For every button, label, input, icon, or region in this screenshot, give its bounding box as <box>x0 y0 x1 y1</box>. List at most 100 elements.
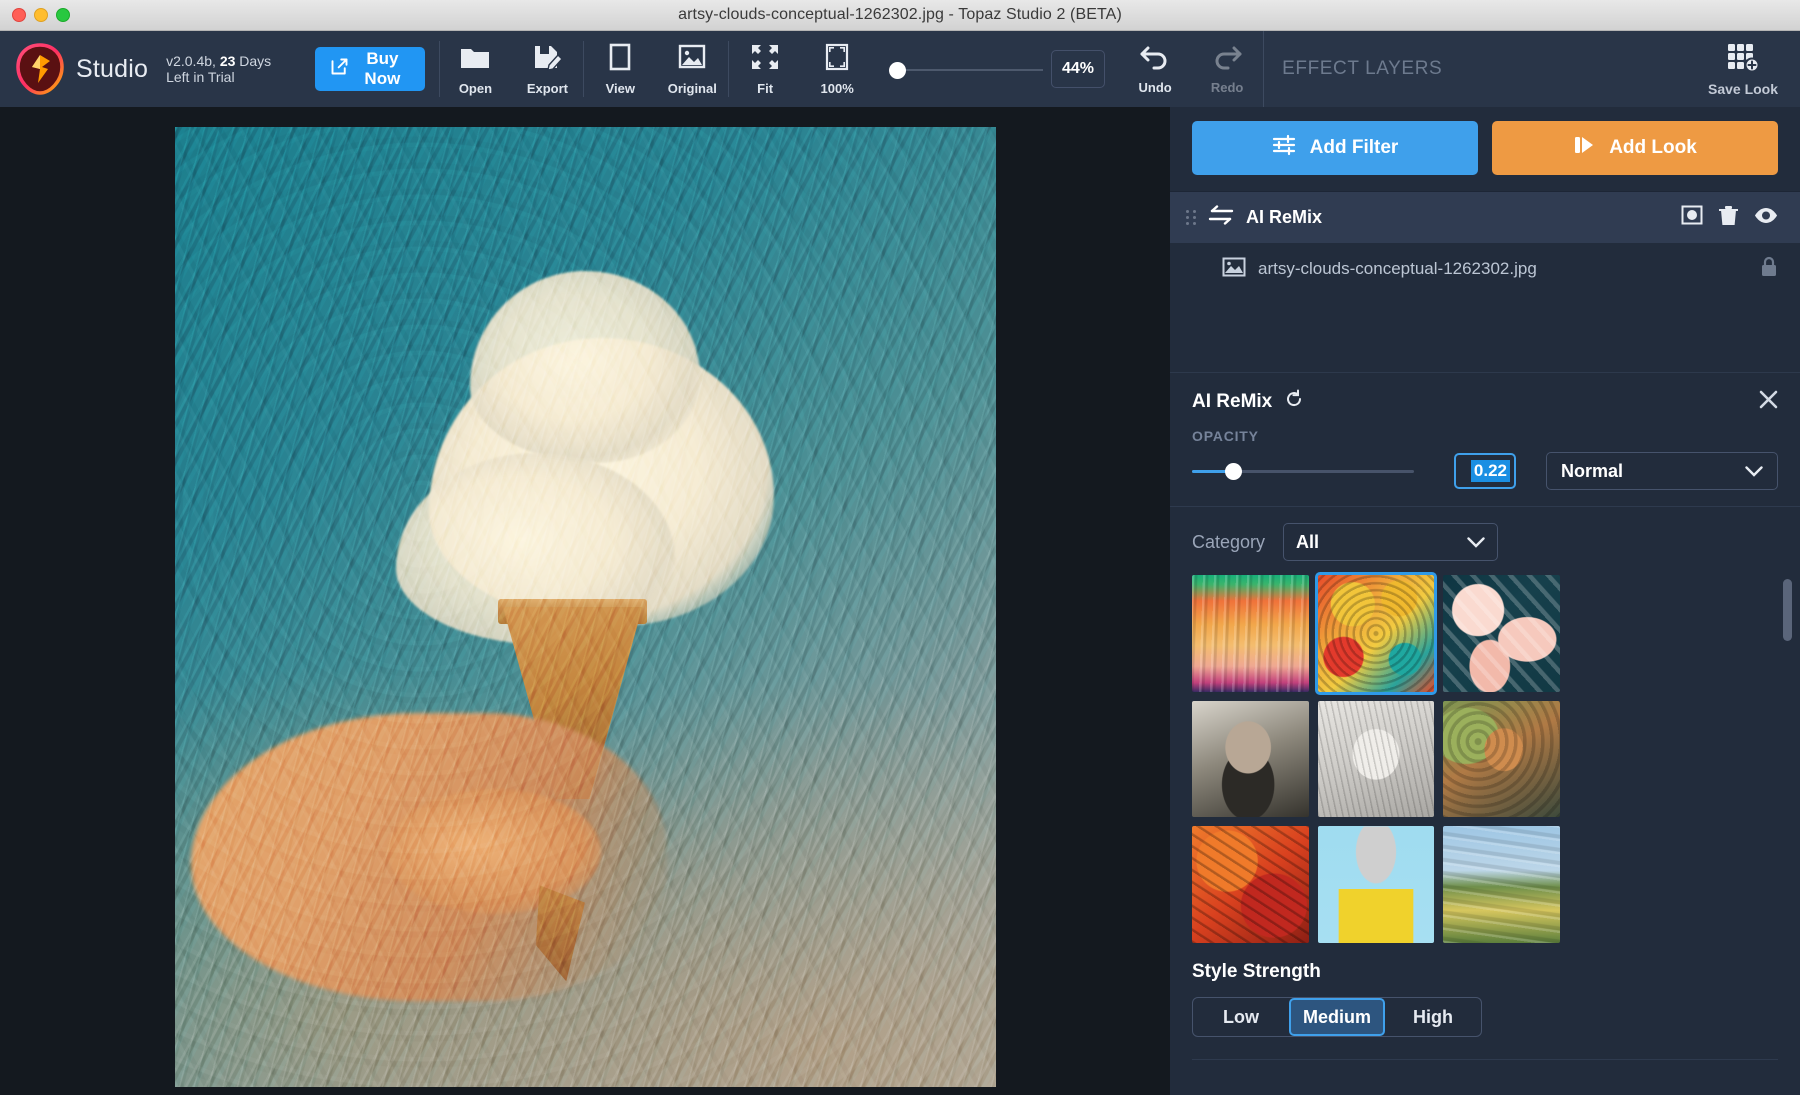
zoom-level-value[interactable]: 44% <box>1050 50 1106 88</box>
style-strength-low[interactable]: Low <box>1193 998 1289 1036</box>
add-look-label: Add Look <box>1609 137 1697 158</box>
export-icon <box>532 43 564 76</box>
style-thumbnails-area <box>1170 572 1800 944</box>
actual-size-label: 100% <box>820 80 854 96</box>
external-link-icon <box>329 56 350 82</box>
buy-now-button[interactable]: Buy Now <box>315 47 425 91</box>
drag-handle-icon[interactable] <box>1186 210 1196 225</box>
original-button[interactable]: Original <box>656 31 728 107</box>
preview-image[interactable] <box>174 127 996 1087</box>
window-controls[interactable] <box>12 8 70 22</box>
brand-name: Studio <box>76 54 149 83</box>
close-icon[interactable] <box>1759 390 1778 414</box>
window-title: artsy-clouds-conceptual-1262302.jpg - To… <box>678 6 1122 23</box>
opacity-slider[interactable] <box>1192 461 1414 481</box>
opacity-value-field[interactable]: 0.22 <box>1454 453 1516 489</box>
effect-layers-title: EFFECT LAYERS <box>1282 58 1443 79</box>
opacity-label: OPACITY <box>1192 428 1259 444</box>
category-value: All <box>1296 531 1320 552</box>
undo-icon <box>1138 44 1172 75</box>
effect-layers-panel: Add Filter Add Look AI ReMix artsy-cloud… <box>1170 107 1800 1095</box>
style-strength-label: Style Strength <box>1192 961 1321 983</box>
category-row: Category All <box>1170 507 1800 575</box>
zoom-slider-handle[interactable] <box>889 62 907 79</box>
close-window-button[interactable] <box>12 8 26 22</box>
sublayer-name: artsy-clouds-conceptual-1262302.jpg <box>1258 259 1537 278</box>
panel-action-buttons: Add Filter Add Look <box>1170 107 1800 191</box>
undo-button[interactable]: Undo <box>1119 31 1191 107</box>
image-paint-overlay <box>174 127 996 1087</box>
actual-size-icon <box>822 43 852 76</box>
style-thumbnail-comic-ink[interactable] <box>1317 826 1435 944</box>
style-strength-high[interactable]: High <box>1385 998 1481 1036</box>
version-text: v2.0.4b, <box>166 53 216 69</box>
original-label: Original <box>667 80 717 96</box>
view-label: View <box>605 80 635 96</box>
style-thumbnail-impressionist-field[interactable] <box>1443 826 1560 943</box>
style-thumbnail-pencil-portrait[interactable] <box>1317 700 1435 818</box>
style-thumbnail-abstract-swirl[interactable] <box>1314 572 1438 695</box>
chevron-down-icon <box>1745 461 1763 482</box>
blend-mode-value: Normal <box>1561 460 1624 481</box>
sublayer-row-source-image[interactable]: artsy-clouds-conceptual-1262302.jpg <box>1170 243 1800 295</box>
maximize-window-button[interactable] <box>56 8 70 22</box>
history-tools-group: Undo Redo <box>1119 31 1263 107</box>
trash-icon[interactable] <box>1719 205 1738 231</box>
filter-settings: AI ReMix OPACITY 0.22 Normal Category Al… <box>1170 373 1800 1061</box>
save-look-icon <box>1726 42 1760 77</box>
export-button[interactable]: Export <box>511 31 583 107</box>
zoom-tools-group: Fit 100% <box>729 31 873 107</box>
image-icon <box>676 43 708 76</box>
opacity-control: OPACITY 0.22 Normal <box>1170 424 1800 506</box>
style-strength-section: Style Strength Low Medium High <box>1170 943 1800 1061</box>
panel-bottom-divider <box>1192 1059 1778 1061</box>
look-icon <box>1573 134 1595 162</box>
add-filter-label: Add Filter <box>1309 137 1399 158</box>
export-label: Export <box>526 80 569 96</box>
save-look-button[interactable]: Save Look <box>1708 42 1778 97</box>
style-thumbnail-redhead-mosaic[interactable] <box>1443 700 1560 818</box>
style-thumbnail-autumn-leaves[interactable] <box>1192 826 1309 943</box>
filter-settings-title: AI ReMix <box>1192 390 1273 412</box>
mask-icon[interactable] <box>1681 205 1703 230</box>
layer-action-icons <box>1681 205 1778 231</box>
redo-button[interactable]: Redo <box>1191 31 1263 107</box>
style-thumbnail-bearded-man[interactable] <box>1192 700 1309 818</box>
image-canvas[interactable] <box>0 107 1170 1095</box>
layer-row-ai-remix[interactable]: AI ReMix <box>1170 191 1800 243</box>
minimize-window-button[interactable] <box>34 8 48 22</box>
zoom-slider-track[interactable] <box>901 69 1043 71</box>
layer-name: AI ReMix <box>1246 207 1323 227</box>
style-grid-scrollbar[interactable] <box>1783 579 1792 641</box>
sliders-icon <box>1272 134 1296 162</box>
folder-icon <box>459 43 491 76</box>
style-thumbnail-sunset-glitch[interactable] <box>1192 575 1309 692</box>
zoom-slider[interactable] <box>887 31 1043 107</box>
chevron-down-icon <box>1467 532 1485 553</box>
eye-icon[interactable] <box>1754 207 1778 229</box>
add-look-button[interactable]: Add Look <box>1492 121 1778 175</box>
add-filter-button[interactable]: Add Filter <box>1192 121 1478 175</box>
file-tools-group: Open Export <box>439 31 583 107</box>
fit-icon <box>750 43 780 76</box>
actual-size-button[interactable]: 100% <box>801 31 873 107</box>
opacity-slider-handle[interactable] <box>1225 463 1243 480</box>
open-button[interactable]: Open <box>439 31 511 107</box>
filter-settings-header: AI ReMix <box>1170 373 1800 424</box>
brand-version-line: v2.0.4b, 23 Days Left in Trial <box>166 53 295 85</box>
style-strength-segmented-control: Low Medium High <box>1192 997 1482 1038</box>
redo-icon <box>1210 44 1244 75</box>
lock-icon[interactable] <box>1760 256 1778 282</box>
brand-area: Studio v2.0.4b, 23 Days Left in Trial Bu… <box>0 31 439 107</box>
category-select[interactable]: All <box>1283 523 1499 561</box>
category-label: Category <box>1192 531 1266 552</box>
trial-days-count: 23 <box>219 53 236 69</box>
reset-icon[interactable] <box>1284 389 1304 414</box>
view-button[interactable]: View <box>584 31 656 107</box>
style-strength-medium[interactable]: Medium <box>1289 998 1385 1037</box>
save-look-label: Save Look <box>1707 80 1779 97</box>
blend-mode-select[interactable]: Normal <box>1546 452 1778 490</box>
buy-now-label: Buy Now <box>364 49 401 88</box>
style-thumbnail-chains[interactable] <box>1443 575 1560 692</box>
fit-button[interactable]: Fit <box>729 31 801 107</box>
